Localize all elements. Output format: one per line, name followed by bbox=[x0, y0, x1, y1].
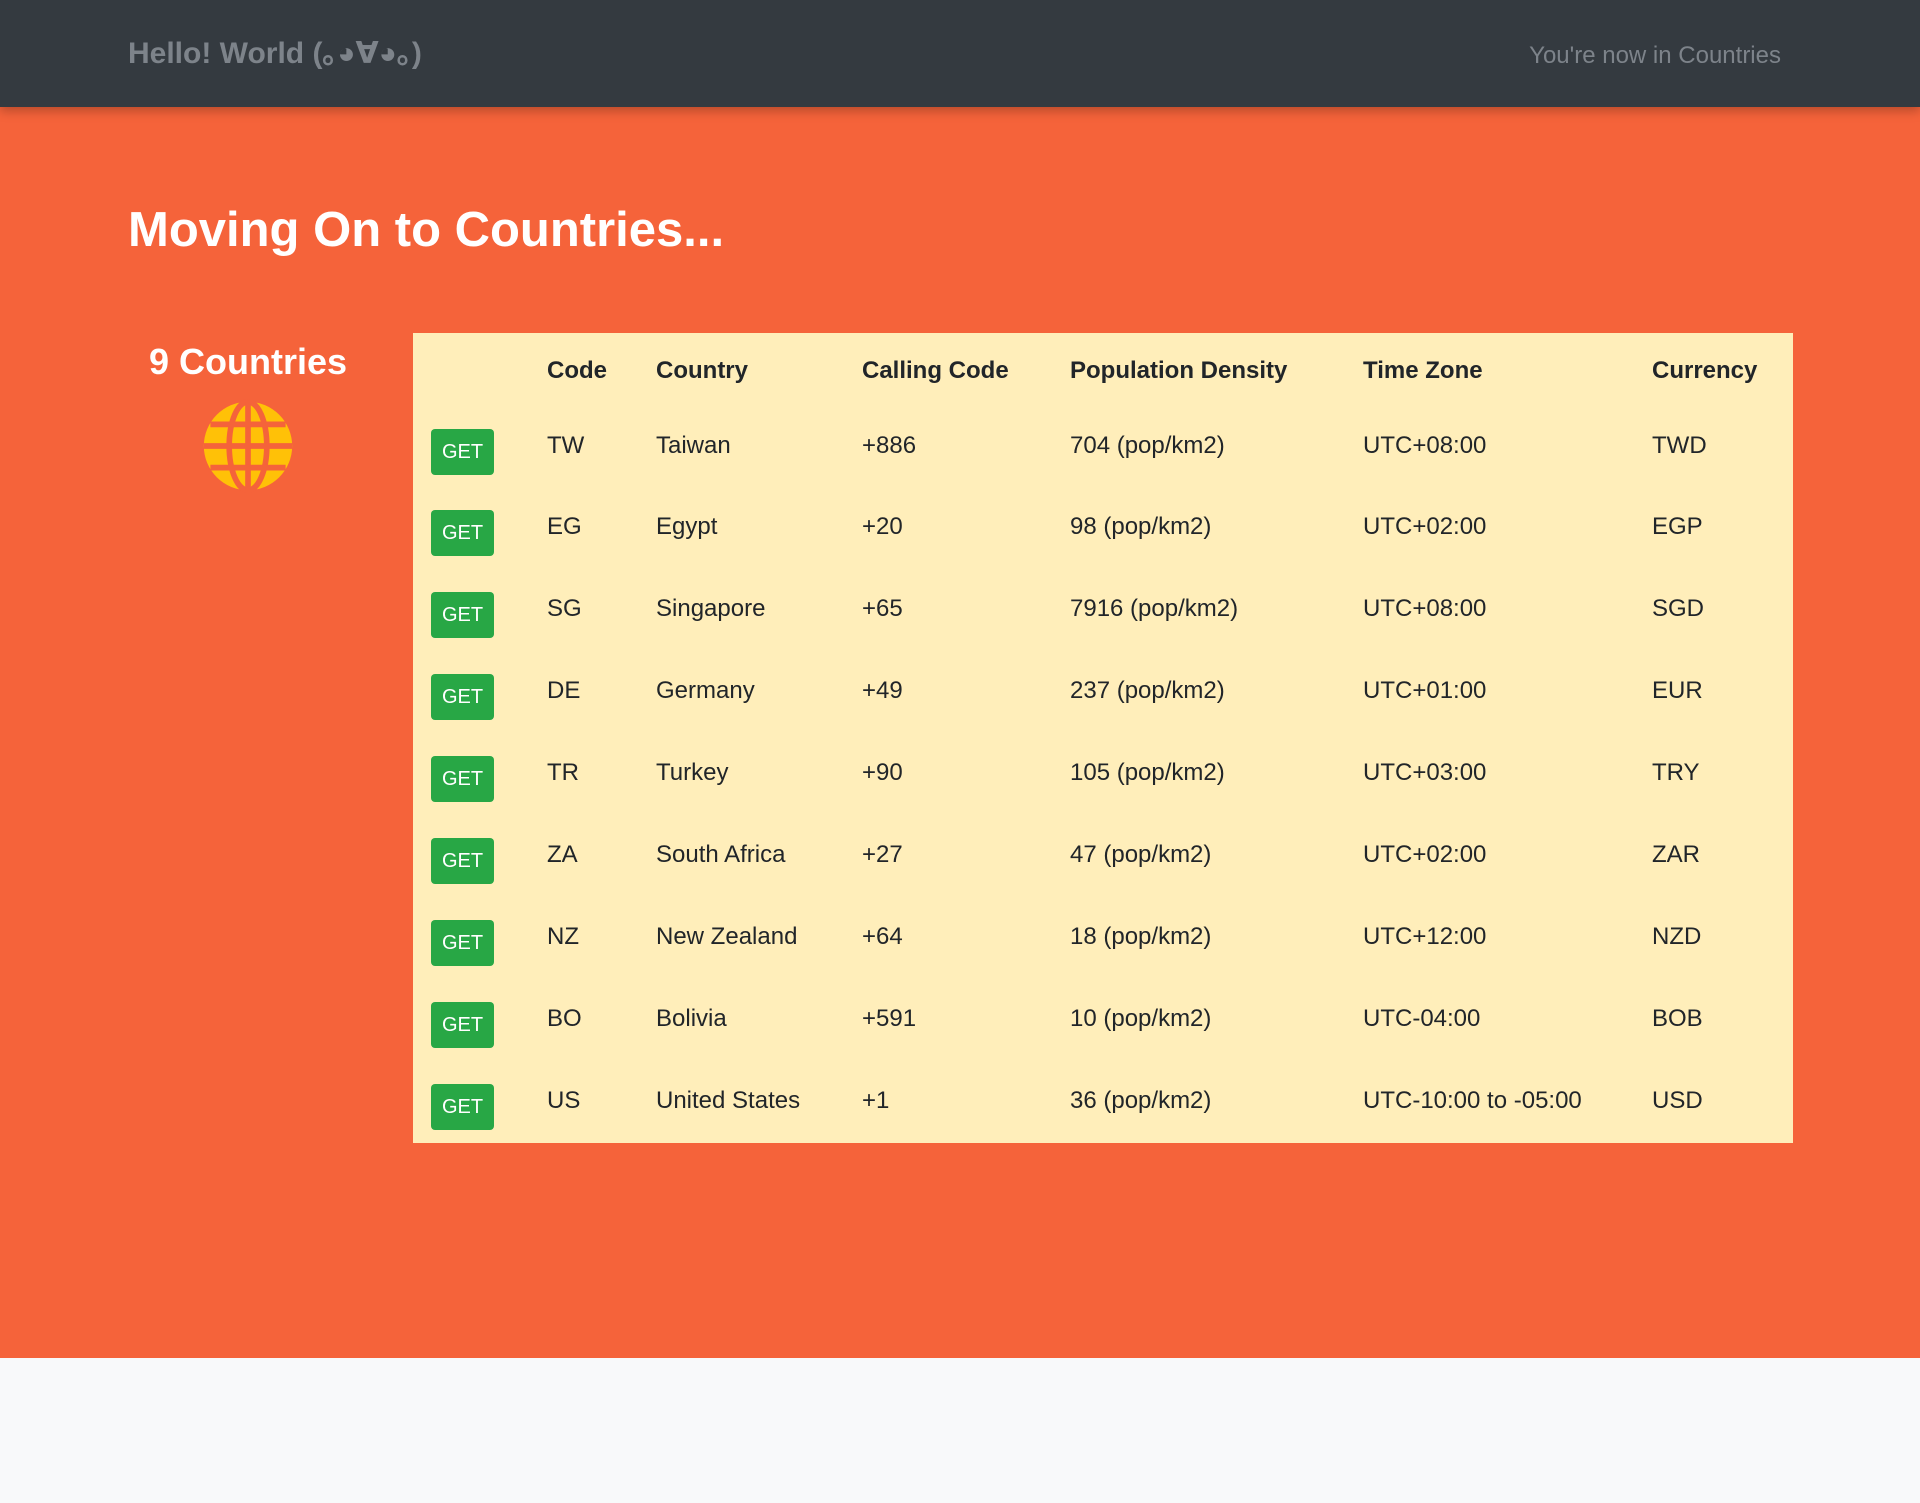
get-button[interactable]: GET bbox=[431, 429, 494, 475]
population-density: 704 (pop/km2) bbox=[1070, 432, 1225, 459]
get-button[interactable]: GET bbox=[431, 920, 494, 966]
population-density: 7916 (pop/km2) bbox=[1070, 595, 1239, 622]
time-zone: UTC+08:00 bbox=[1363, 432, 1487, 459]
currency: NZD bbox=[1652, 923, 1702, 950]
table-row: GET NZ New Zealand +64 18 (pop/km2) UTC+… bbox=[413, 899, 1793, 981]
country-count-label: 9 Countries bbox=[148, 341, 348, 382]
country-name: Germany bbox=[656, 677, 755, 704]
currency: ZAR bbox=[1652, 841, 1700, 868]
country-code: TW bbox=[547, 432, 585, 459]
calling-code: +64 bbox=[862, 923, 903, 950]
calling-code: +90 bbox=[862, 759, 903, 786]
currency: SGD bbox=[1652, 595, 1705, 622]
country-name: South Africa bbox=[656, 841, 786, 868]
page-title: Moving On to Countries... bbox=[128, 203, 725, 257]
population-density: 98 (pop/km2) bbox=[1070, 513, 1212, 540]
top-navbar: Hello! World (｡◕∀◕｡) You're now in Count… bbox=[0, 0, 1920, 107]
calling-code: +20 bbox=[862, 513, 903, 540]
country-name: Singapore bbox=[656, 595, 766, 622]
time-zone: UTC+01:00 bbox=[1363, 677, 1487, 704]
population-density: 47 (pop/km2) bbox=[1070, 841, 1212, 868]
time-zone: UTC-04:00 bbox=[1363, 1005, 1481, 1032]
calling-code: +591 bbox=[862, 1005, 917, 1032]
countries-table-card: Code Country Calling Code Population Den… bbox=[413, 333, 1793, 1143]
table-header-row: Code Country Calling Code Population Den… bbox=[413, 333, 1793, 409]
header-population-density: Population Density bbox=[1070, 357, 1288, 384]
country-code: TR bbox=[547, 759, 579, 786]
table-row: GET US United States +1 36 (pop/km2) UTC… bbox=[413, 1063, 1793, 1145]
hero-section: Moving On to Countries... 9 Countries Co… bbox=[0, 107, 1920, 1358]
calling-code: +886 bbox=[862, 432, 917, 459]
header-action bbox=[413, 333, 547, 409]
get-button[interactable]: GET bbox=[431, 1084, 494, 1130]
calling-code: +65 bbox=[862, 595, 903, 622]
table-row: GET TW Taiwan +886 704 (pop/km2) UTC+08:… bbox=[413, 409, 1793, 489]
calling-code: +49 bbox=[862, 677, 903, 704]
header-code: Code bbox=[547, 357, 607, 384]
calling-code: +27 bbox=[862, 841, 903, 868]
country-code: ZA bbox=[547, 841, 578, 868]
population-density: 18 (pop/km2) bbox=[1070, 923, 1212, 950]
currency: TRY bbox=[1652, 759, 1700, 786]
country-code: US bbox=[547, 1087, 581, 1114]
calling-code: +1 bbox=[862, 1087, 890, 1114]
country-code: BO bbox=[547, 1005, 582, 1032]
table-row: GET DE Germany +49 237 (pop/km2) UTC+01:… bbox=[413, 653, 1793, 735]
table-row: GET BO Bolivia +591 10 (pop/km2) UTC-04:… bbox=[413, 981, 1793, 1063]
country-code: NZ bbox=[547, 923, 579, 950]
page-footer-area bbox=[0, 1358, 1920, 1503]
table-row: GET SG Singapore +65 7916 (pop/km2) UTC+… bbox=[413, 571, 1793, 653]
get-button[interactable]: GET bbox=[431, 592, 494, 638]
time-zone: UTC-10:00 to -05:00 bbox=[1363, 1087, 1582, 1114]
table-row: GET EG Egypt +20 98 (pop/km2) UTC+02:00 … bbox=[413, 489, 1793, 571]
population-density: 237 (pop/km2) bbox=[1070, 677, 1225, 704]
currency: USD bbox=[1652, 1087, 1703, 1114]
country-name: New Zealand bbox=[656, 923, 798, 950]
currency: BOB bbox=[1652, 1005, 1703, 1032]
header-country: Country bbox=[656, 357, 748, 384]
population-density: 36 (pop/km2) bbox=[1070, 1087, 1212, 1114]
nav-status-text: You're now in Countries bbox=[1529, 42, 1781, 69]
table-row: GET ZA South Africa +27 47 (pop/km2) UTC… bbox=[413, 817, 1793, 899]
get-button[interactable]: GET bbox=[431, 1002, 494, 1048]
currency: EGP bbox=[1652, 513, 1703, 540]
country-code: DE bbox=[547, 677, 581, 704]
time-zone: UTC+02:00 bbox=[1363, 513, 1487, 540]
currency: EUR bbox=[1652, 677, 1703, 704]
get-button[interactable]: GET bbox=[431, 838, 494, 884]
country-code: EG bbox=[547, 513, 582, 540]
time-zone: UTC+12:00 bbox=[1363, 923, 1487, 950]
header-calling-code: Calling Code bbox=[862, 357, 1009, 384]
country-name: Taiwan bbox=[656, 432, 731, 459]
get-button[interactable]: GET bbox=[431, 756, 494, 802]
table-row: GET TR Turkey +90 105 (pop/km2) UTC+03:0… bbox=[413, 735, 1793, 817]
brand-link[interactable]: Hello! World (｡◕∀◕｡) bbox=[128, 34, 422, 74]
country-name: United States bbox=[656, 1087, 801, 1114]
get-button[interactable]: GET bbox=[431, 674, 494, 720]
header-currency: Currency bbox=[1652, 357, 1758, 384]
country-name: Turkey bbox=[656, 759, 729, 786]
currency: TWD bbox=[1652, 432, 1707, 459]
country-name: Bolivia bbox=[656, 1005, 727, 1032]
countries-table: Code Country Calling Code Population Den… bbox=[413, 333, 1793, 1145]
time-zone: UTC+03:00 bbox=[1363, 759, 1487, 786]
population-density: 105 (pop/km2) bbox=[1070, 759, 1225, 786]
population-density: 10 (pop/km2) bbox=[1070, 1005, 1212, 1032]
header-time-zone: Time Zone bbox=[1363, 357, 1483, 384]
time-zone: UTC+02:00 bbox=[1363, 841, 1487, 868]
globe-icon bbox=[203, 399, 293, 493]
time-zone: UTC+08:00 bbox=[1363, 595, 1487, 622]
country-count-panel: 9 Countries bbox=[128, 333, 368, 493]
country-name: Egypt bbox=[656, 513, 718, 540]
country-code: SG bbox=[547, 595, 582, 622]
get-button[interactable]: GET bbox=[431, 510, 494, 556]
